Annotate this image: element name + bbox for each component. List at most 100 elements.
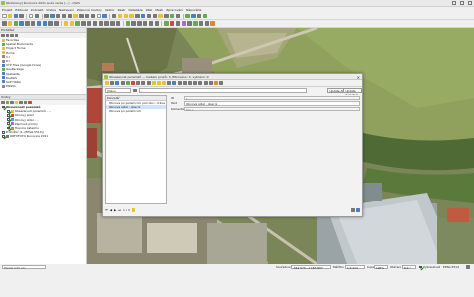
layer-visibility-checkbox[interactable] <box>2 135 5 138</box>
dock-icon[interactable] <box>219 81 224 85</box>
zoom-in-icon[interactable] <box>55 13 61 19</box>
zoom-selection-icon[interactable] <box>73 13 78 19</box>
manage-map-themes-icon[interactable] <box>10 100 14 105</box>
copy-features-icon[interactable] <box>98 21 104 26</box>
add-raster-icon[interactable] <box>19 21 24 26</box>
digitize-icon[interactable] <box>75 21 80 26</box>
add-wms-icon[interactable] <box>48 21 53 26</box>
komentar-field[interactable]: NULL <box>184 106 360 111</box>
merge-features-icon[interactable] <box>204 21 210 26</box>
list-item[interactable]: Obnova po pozemcích <box>106 109 166 113</box>
menu-web[interactable]: Web <box>146 8 153 12</box>
next-feature-icon[interactable]: ▶ <box>114 208 116 212</box>
data-source-manager-icon[interactable] <box>2 21 7 26</box>
multi-edit-icon[interactable] <box>110 81 115 85</box>
menu-nastaveni[interactable]: Nastavení <box>59 8 74 12</box>
open-project-icon[interactable] <box>7 13 13 19</box>
rotation-field[interactable]: 0,0 ° <box>402 264 416 270</box>
previous-feature-icon[interactable]: ◀ <box>110 208 112 212</box>
last-feature-icon[interactable]: ⏭ <box>118 208 121 212</box>
plugin-green-icon[interactable] <box>202 13 208 19</box>
undo-icon[interactable] <box>110 21 115 26</box>
layer-visibility-checkbox[interactable] <box>7 109 10 113</box>
select-by-value-icon[interactable] <box>123 13 129 19</box>
highlight-icon[interactable] <box>131 208 136 212</box>
rotate-label-icon[interactable] <box>148 21 154 26</box>
reshape-icon[interactable] <box>187 21 192 26</box>
pin-labels-icon[interactable] <box>131 21 136 26</box>
snapping-icon[interactable] <box>175 21 181 26</box>
add-postgis-icon[interactable] <box>42 21 48 26</box>
select-features-icon[interactable] <box>117 13 123 19</box>
actions-icon[interactable] <box>213 81 218 85</box>
layer-visibility-checkbox[interactable] <box>2 130 5 134</box>
menu-zasuvne-moduly[interactable]: Zásuvné moduly <box>77 8 102 12</box>
add-csv-icon[interactable] <box>30 21 36 26</box>
minimize-icon[interactable] <box>452 1 456 5</box>
expand-all-icon[interactable] <box>19 100 23 105</box>
menu-zobrazit[interactable]: Zobrazit <box>31 8 43 12</box>
zoom-full-icon[interactable] <box>67 13 73 19</box>
change-label-icon[interactable] <box>154 21 160 26</box>
zoom-last-icon[interactable] <box>84 13 90 19</box>
filter-legend-icon[interactable] <box>14 100 18 105</box>
add-spatialite-icon[interactable] <box>36 21 42 26</box>
browser-item-mssql[interactable]: MSSQL <box>0 84 86 88</box>
save-edits-icon[interactable] <box>69 21 75 26</box>
maximize-icon[interactable] <box>460 1 464 5</box>
attribute-table-icon[interactable] <box>140 13 146 19</box>
layer-visibility-checkbox[interactable] <box>7 126 10 130</box>
layer-item[interactable]: ORTOFOTO Kunovice 2021 <box>0 134 86 138</box>
collapse-all-icon[interactable] <box>23 100 27 105</box>
layer-visibility-checkbox[interactable] <box>7 114 10 117</box>
menu-zpracovani[interactable]: Zpracování <box>166 8 183 12</box>
split-features-icon[interactable] <box>198 21 204 26</box>
layer-visibility-checkbox[interactable] <box>7 122 10 126</box>
messages-icon[interactable] <box>466 265 470 269</box>
field-select[interactable]: Jméno <box>105 88 131 93</box>
redo-icon[interactable] <box>115 21 121 26</box>
delete-selected-icon[interactable] <box>86 21 92 26</box>
zoom-layer-icon[interactable] <box>79 13 84 19</box>
scale-field[interactable]: 1:4 213 <box>345 264 365 270</box>
mesh-digitize-icon[interactable] <box>181 21 186 26</box>
menu-projekt[interactable]: Projekt <box>2 8 12 12</box>
menu-vektor[interactable]: Vektor <box>105 8 115 12</box>
paste-icon[interactable] <box>146 81 151 85</box>
filter-icon[interactable] <box>5 33 9 38</box>
id-field[interactable]: 1 <box>184 95 360 100</box>
shape-digitizing-icon[interactable] <box>164 21 169 26</box>
add-wfs-icon[interactable] <box>54 21 59 26</box>
pan-to-selection-icon[interactable] <box>50 13 55 19</box>
refresh-icon[interactable] <box>102 13 107 19</box>
rotate-point-icon[interactable] <box>210 21 215 26</box>
save-as-icon[interactable] <box>19 13 24 19</box>
menu-vrstva[interactable]: Vrstva <box>46 8 56 12</box>
close-icon[interactable]: × <box>357 75 360 80</box>
add-vector-icon[interactable] <box>13 21 19 26</box>
zoom-out-icon[interactable] <box>61 13 67 19</box>
new-project-icon[interactable] <box>2 13 7 19</box>
show-hide-labels-icon[interactable] <box>137 21 142 26</box>
bookmark-icon[interactable] <box>169 13 175 19</box>
text-field[interactable]: Obnova sídel - obecní <box>184 101 360 106</box>
menu-napoveda[interactable]: Nápověda <box>186 8 201 12</box>
field-calculator-icon[interactable] <box>135 13 140 19</box>
field-calculator-icon[interactable] <box>203 81 208 85</box>
new-map-view-icon[interactable] <box>96 13 102 19</box>
zoom-next-icon[interactable] <box>90 13 96 19</box>
locator-search-input[interactable]: Hledat (Ctrl+K) <box>2 264 46 270</box>
first-feature-icon[interactable]: ⏮ <box>105 208 108 212</box>
pan-icon[interactable] <box>44 13 49 19</box>
paste-features-icon[interactable] <box>104 21 109 26</box>
annotation-icon[interactable] <box>164 13 169 19</box>
coordinate-field[interactable]: -561 573, -1 183 807 <box>291 264 331 270</box>
toggle-editing-icon[interactable] <box>63 21 69 26</box>
identify-icon[interactable] <box>111 13 117 19</box>
add-group-icon[interactable] <box>5 100 9 105</box>
delete-feature-icon[interactable] <box>130 81 135 85</box>
map-tips-icon[interactable] <box>158 13 163 19</box>
update-selected-button[interactable]: Update Selected <box>343 88 362 97</box>
print-layout-icon[interactable] <box>28 13 34 19</box>
magnifier-field[interactable]: 100% <box>374 264 388 270</box>
